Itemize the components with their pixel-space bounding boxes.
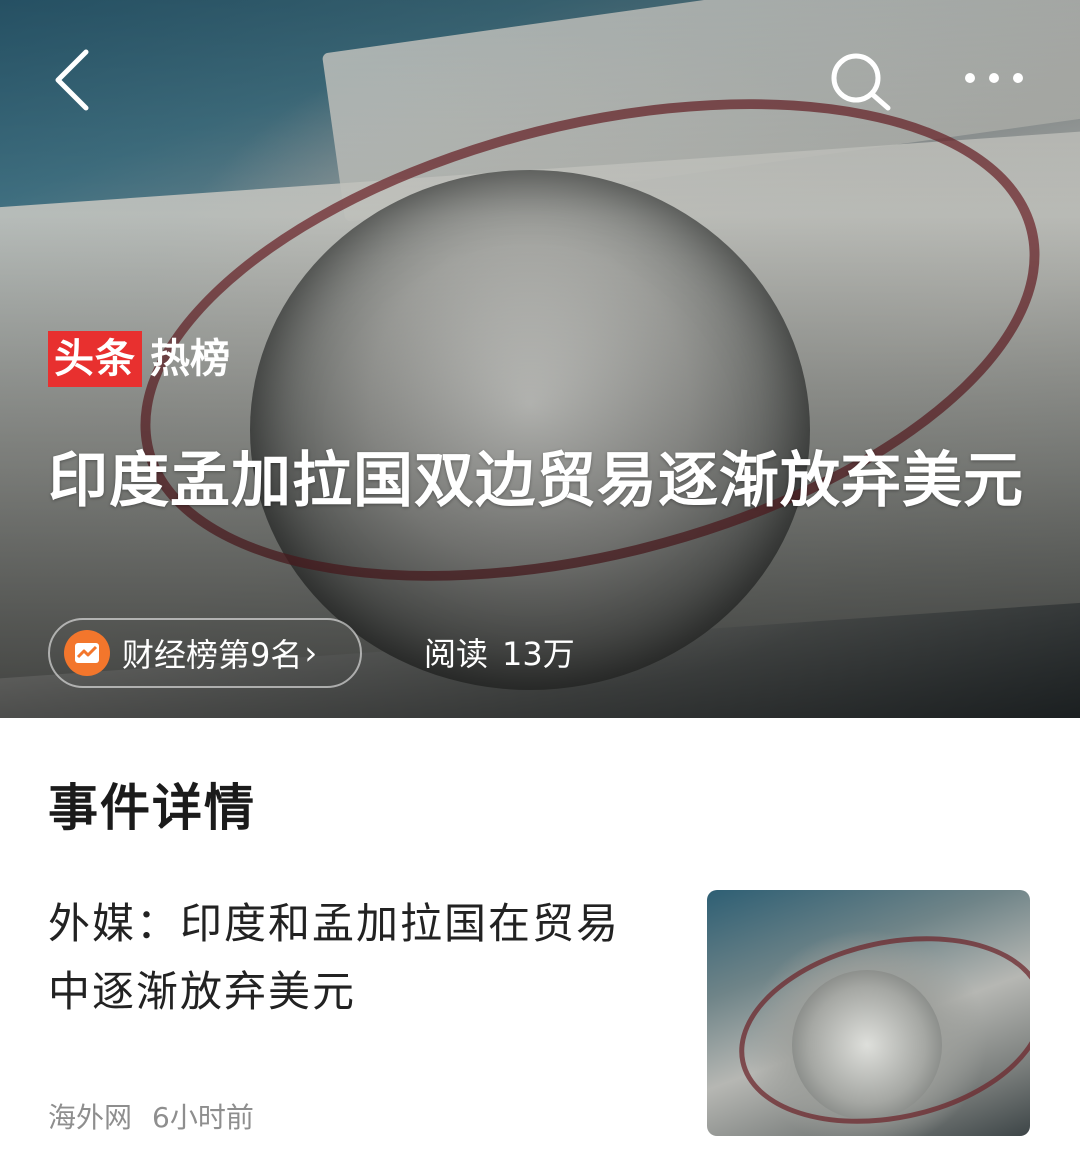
search-icon bbox=[831, 53, 891, 111]
rank-label: 财经榜第9名 bbox=[122, 636, 303, 674]
article-source: 海外网 bbox=[48, 1101, 133, 1134]
article-thumbnail[interactable] bbox=[707, 890, 1030, 1136]
read-count-label: 阅读 bbox=[424, 635, 489, 673]
more-button[interactable] bbox=[960, 58, 1030, 98]
read-count-value: 13万 bbox=[502, 635, 575, 673]
chart-icon bbox=[64, 630, 110, 676]
brand-logo: 头条 热榜 bbox=[48, 331, 230, 387]
brand-logo-red: 头条 bbox=[48, 331, 142, 387]
brand-logo-text: 热榜 bbox=[150, 336, 230, 382]
rank-badge-button[interactable]: 财经榜第9名 › bbox=[48, 618, 362, 688]
section-title: 事件详情 bbox=[48, 779, 256, 837]
back-button[interactable] bbox=[46, 44, 106, 114]
article-time: 6小时前 bbox=[152, 1101, 254, 1134]
search-button[interactable] bbox=[826, 48, 896, 118]
chevron-right-icon: › bbox=[304, 634, 318, 672]
more-horizontal-icon bbox=[965, 73, 1023, 83]
article-meta: 海外网 6小时前 bbox=[48, 1096, 254, 1140]
article-title-link[interactable]: 外媒：印度和孟加拉国在贸易中逐渐放弃美元 bbox=[48, 890, 658, 1026]
hero-banner: 头条 热榜 印度孟加拉国双边贸易逐渐放弃美元 财经榜第9名 › 阅读 13万 bbox=[0, 0, 1080, 718]
chevron-left-icon bbox=[55, 49, 89, 111]
read-count: 阅读 13万 bbox=[424, 630, 575, 678]
hero-title: 印度孟加拉国双边贸易逐渐放弃美元 bbox=[48, 446, 1024, 516]
thumbnail-glasses bbox=[721, 909, 1030, 1136]
